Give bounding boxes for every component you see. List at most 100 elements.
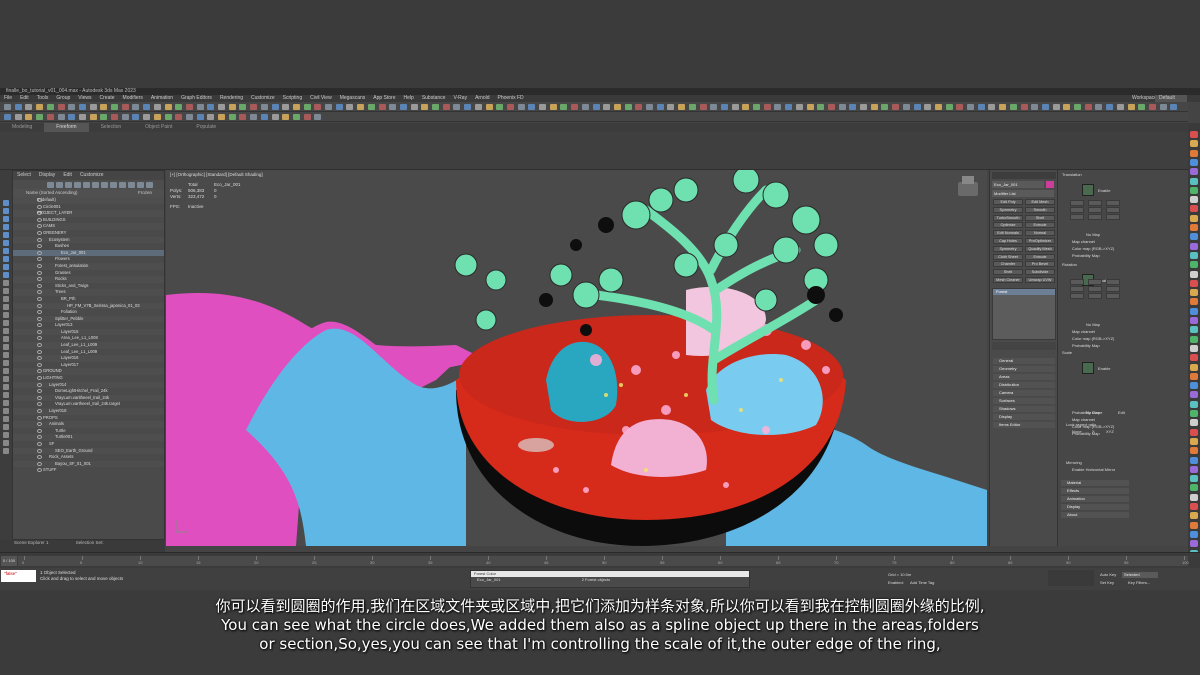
rollout-display[interactable]: Display [993,414,1055,420]
toolbar-button-1-86[interactable] [924,104,932,110]
modifier-button[interactable]: Unwrap UVW [1025,277,1055,283]
material-rollout-material[interactable]: Material [1061,480,1129,486]
toolbar-button-1-17[interactable] [185,104,193,110]
scene-tool-button[interactable] [137,182,144,188]
tree-row[interactable]: Grasses [13,270,164,277]
edit-curve-button[interactable]: Edit [1118,410,1125,415]
menu-item-app-store[interactable]: App Store [369,95,399,102]
toolbar-button-1-74[interactable] [795,104,803,110]
spinner-field[interactable] [1106,200,1120,206]
tree-row[interactable]: Trees [13,289,164,296]
visibility-eye-icon[interactable] [37,296,42,301]
menu-item-edit[interactable]: Edit [16,95,33,102]
section-translation[interactable]: Translation [1062,172,1082,177]
ribbon-tab-selection[interactable]: Selection [89,123,134,132]
toolbar-button-1-95[interactable] [1020,104,1028,110]
modifier-button[interactable]: Cloth Sheet [993,253,1023,260]
menu-item-modifiers[interactable]: Modifiers [119,95,147,102]
spinner-field[interactable] [1106,293,1120,299]
menu-item-animation[interactable]: Animation [147,95,177,102]
map-thumbnail[interactable] [1082,184,1094,196]
spinner-field[interactable] [1070,200,1084,206]
maxscript-listener[interactable]: "false" [1,570,36,582]
side-tool-icon[interactable] [1190,530,1198,538]
probability-map-checkbox[interactable]: Probability Map [1072,343,1100,348]
visibility-eye-icon[interactable] [37,349,42,354]
visibility-eye-icon[interactable] [37,316,42,321]
toolbar-button-1-88[interactable] [945,104,953,110]
spinner-field[interactable] [1070,279,1084,285]
menu-item-views[interactable]: Views [74,95,95,102]
toolbar-button-1-16[interactable] [175,104,183,110]
toolbar-button-1-81[interactable] [870,104,878,110]
modifier-button[interactable]: TurboSmooth [993,214,1023,221]
playback-controls[interactable] [1048,570,1094,586]
toolbar-button-1-90[interactable] [967,104,974,110]
toolbar-button-2-6[interactable] [68,114,76,120]
color-map-checkbox[interactable]: Color map (RGB->XYZ) [1072,246,1114,251]
rollout-surfaces[interactable]: Surfaces [993,398,1055,404]
tree-row[interactable]: CAMS [13,223,164,230]
side-tool-icon[interactable] [1190,391,1198,399]
spinner-field[interactable] [1088,214,1102,220]
visibility-eye-icon[interactable] [37,237,42,242]
spinner-field[interactable] [1070,293,1084,299]
material-rollout-display[interactable]: Display [1061,504,1129,510]
visibility-eye-icon[interactable] [37,204,42,209]
toolbar-button-1-49[interactable] [528,104,536,110]
modifier-button[interactable]: Cap Holes [993,238,1023,244]
visibility-eye-icon[interactable] [37,455,42,460]
toolbar-button-1-19[interactable] [207,104,215,110]
object-color-swatch[interactable] [1046,181,1054,188]
menu-item-megascans[interactable]: Megascans [336,95,370,102]
side-tool-icon[interactable] [1190,317,1198,324]
toolbar-button-1-15[interactable] [164,104,172,110]
toolbar-button-1-82[interactable] [881,104,889,110]
explorer-filter-icon[interactable] [3,208,9,214]
toolbar-button-1-93[interactable] [999,104,1007,110]
visibility-eye-icon[interactable] [37,303,42,308]
toolbar-button-1-78[interactable] [838,104,846,110]
modifier-button[interactable]: Quadify Mesh [1025,245,1055,252]
visibility-eye-icon[interactable] [37,250,42,255]
visibility-eye-icon[interactable] [37,415,42,420]
tree-row[interactable]: PROJECT_LAYER [13,210,164,217]
toolbar-button-2-24[interactable] [260,114,268,120]
timeline-track[interactable]: 0 5 10 15 20 25 30 35 40 45 50 55 60 65 70 75 80 85 90 95 10… [18,556,1189,566]
toolbar-button-1-96[interactable] [1031,104,1039,110]
toolbar-button-2-21[interactable] [228,114,236,120]
toolbar-button-1-89[interactable] [956,104,964,110]
enable-checkbox[interactable]: Enable [1098,188,1110,193]
toolbar-button-2-17[interactable] [185,114,193,120]
scene-tool-button[interactable] [47,182,54,188]
toolbar-button-1-23[interactable] [250,104,258,110]
toolbar-button-2-8[interactable] [89,114,97,120]
tree-row[interactable]: Rocks [13,276,164,283]
toolbar-button-2-2[interactable] [25,114,33,120]
toolbar-button-1-21[interactable] [228,104,236,110]
scene-menu-display[interactable]: Display [35,172,59,178]
visibility-eye-icon[interactable] [37,224,42,229]
toolbar-button-1-12[interactable] [132,104,140,110]
viewport[interactable]: [+] [Orthographic] [Standard] [Default S… [166,170,987,546]
material-rollout-effects[interactable]: Effects [1061,488,1129,494]
toolbar-button-1-35[interactable] [378,104,386,110]
toolbar-button-1-30[interactable] [325,104,332,110]
spinner-field[interactable] [1106,207,1120,213]
side-tool-icon[interactable] [1190,475,1198,483]
toolbar-button-1-0[interactable] [4,104,11,110]
material-rollout-animation[interactable]: Animation [1061,496,1129,502]
menu-item-help[interactable]: Help [400,95,418,102]
rollout-camera[interactable]: Camera [993,390,1055,396]
toolbar-button-2-5[interactable] [57,114,65,120]
explorer-filter-icon[interactable] [3,280,9,286]
section-rotation[interactable]: Rotation [1062,262,1077,267]
visibility-eye-icon[interactable] [37,461,42,466]
tree-row[interactable]: BR_Pth [13,296,164,303]
key-set-dropdown[interactable]: Selected [1122,572,1158,578]
menu-item-tools[interactable]: Tools [33,95,53,102]
tree-row[interactable]: Eco_Jar_001 [13,249,164,257]
side-tool-icon[interactable] [1190,279,1198,287]
side-tool-icon[interactable] [1190,372,1198,380]
explorer-filter-icon[interactable] [3,288,9,294]
